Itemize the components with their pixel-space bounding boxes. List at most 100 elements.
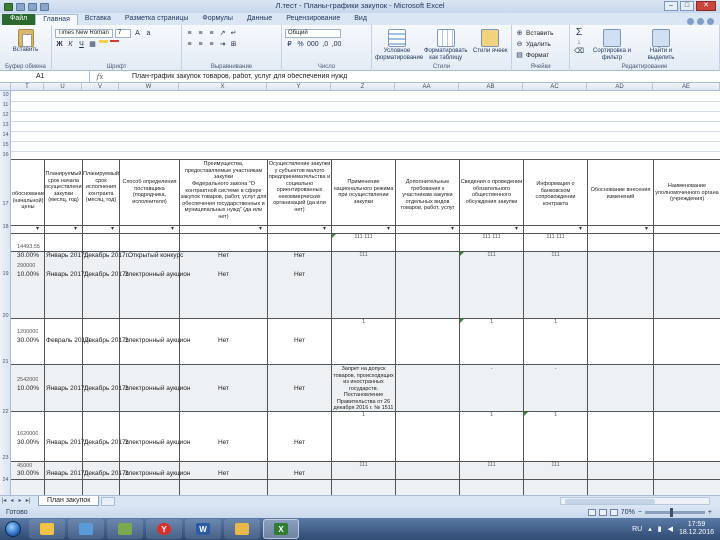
percent-icon[interactable]: %	[296, 40, 305, 49]
cell-national[interactable]: 111 111	[332, 234, 395, 240]
clock[interactable]: 17:59 18.12.2016	[679, 521, 714, 537]
cell-discussion[interactable]: 1	[460, 319, 523, 325]
taskbar-explorer[interactable]	[29, 519, 65, 539]
column-header[interactable]: T	[11, 83, 44, 91]
cell-national[interactable]: 1	[332, 319, 395, 325]
row-number[interactable]: 14	[0, 132, 11, 138]
worksheet-grid[interactable]: 10 11 12 13 14 15 16 17 18 19 20 21 22 2…	[0, 91, 720, 495]
cell-end-date[interactable]: Декабрь 2017г.	[84, 470, 129, 477]
cell-bank[interactable]: 1	[524, 412, 587, 418]
cell-percent[interactable]: 30.00%	[17, 337, 39, 344]
taskbar-app[interactable]	[107, 519, 143, 539]
cell-advantages[interactable]: Нет	[180, 470, 267, 477]
name-box[interactable]: A1	[0, 71, 90, 82]
align-center-icon[interactable]: ≡	[196, 40, 205, 49]
cell-percent[interactable]: 10.00%	[17, 271, 39, 278]
font-size-select[interactable]: 7	[115, 29, 131, 38]
cell-bank[interactable]: 111	[524, 462, 587, 468]
cell-amount[interactable]: 1620000	[17, 431, 38, 437]
zoom-in-icon[interactable]: +	[708, 509, 712, 516]
taskbar-word[interactable]: W	[185, 519, 221, 539]
merge-icon[interactable]: ⊞	[229, 40, 238, 49]
clear-icon[interactable]: ⌫	[573, 47, 585, 56]
row-number[interactable]: 24	[0, 477, 11, 483]
filter-dropdown-icon[interactable]: ▾	[171, 225, 174, 232]
taskbar-media[interactable]	[68, 519, 104, 539]
cell-small-business[interactable]: Нет	[268, 385, 331, 392]
row-number[interactable]: 19	[0, 271, 11, 277]
filter-dropdown-icon[interactable]: ▾	[259, 225, 262, 232]
filter-dropdown-icon[interactable]: ▾	[515, 225, 518, 232]
error-indicator-icon[interactable]	[524, 412, 528, 416]
filter-dropdown-icon[interactable]: ▾	[111, 225, 114, 232]
align-top-icon[interactable]: ≡	[185, 29, 194, 38]
tab-page-layout[interactable]: Разметка страницы	[118, 14, 196, 25]
prev-sheet-icon[interactable]: ◂	[8, 497, 16, 505]
taskbar-yandex[interactable]: Y	[146, 519, 182, 539]
error-indicator-icon[interactable]	[460, 252, 464, 256]
cell-start-date[interactable]: Январь 2017г.	[46, 439, 88, 446]
insert-function-icon[interactable]: fx	[90, 72, 110, 81]
format-as-table-icon[interactable]	[436, 29, 455, 47]
cell-start-date[interactable]: Январь 2017г.	[46, 252, 88, 259]
tray-arrow-icon[interactable]: ▴	[648, 525, 652, 533]
column-header[interactable]: X	[179, 83, 267, 91]
language-indicator[interactable]: RU	[632, 526, 642, 533]
cell-advantages[interactable]: Нет	[180, 337, 267, 344]
cell-small-business[interactable]: Нет	[268, 271, 331, 278]
cell-end-date[interactable]: Декабрь 2017г.	[84, 385, 129, 392]
cell-start-date[interactable]: Январь 2017г.	[46, 385, 88, 392]
cell-bank[interactable]: 111 111	[524, 234, 587, 240]
ribbon-minimize-icon[interactable]	[697, 18, 704, 25]
column-header[interactable]: U	[44, 83, 82, 91]
column-header[interactable]: Y	[267, 83, 331, 91]
cell-advantages[interactable]: Нет	[180, 439, 267, 446]
start-button[interactable]	[0, 518, 26, 540]
cell-start-date[interactable]: Январь 2017г.	[46, 271, 88, 278]
grow-font-icon[interactable]: A	[133, 29, 142, 38]
cell-national[interactable]: 111	[332, 252, 395, 258]
italic-icon[interactable]: К	[66, 40, 75, 49]
cell-percent[interactable]: 10.00%	[17, 385, 39, 392]
bold-icon[interactable]: Ж	[55, 40, 64, 49]
normal-view-icon[interactable]	[587, 508, 596, 516]
number-format-select[interactable]: Общий	[285, 29, 341, 38]
cell-bank[interactable]: -	[524, 366, 587, 372]
font-color-icon[interactable]	[110, 40, 119, 49]
cell-end-date[interactable]: Декабрь 2017г.	[84, 271, 129, 278]
cell-method[interactable]: Открытый конкурс	[128, 252, 183, 259]
row-number[interactable]: 10	[0, 92, 11, 98]
filter-dropdown-icon[interactable]: ▾	[323, 225, 326, 232]
cell-national-note[interactable]: Запрет на допуск товаров, происходящих и…	[332, 366, 395, 412]
filter-dropdown-icon[interactable]: ▾	[645, 225, 648, 232]
column-header[interactable]: Z	[331, 83, 395, 91]
tab-review[interactable]: Рецензирование	[279, 14, 347, 25]
sheet-tab[interactable]: План закупок	[38, 496, 100, 506]
delete-cells-icon[interactable]: ⊖	[515, 40, 524, 49]
align-left-icon[interactable]: ≡	[185, 40, 194, 49]
tab-home[interactable]: Главная	[35, 14, 78, 25]
increase-decimal-icon[interactable]: ,0	[321, 40, 330, 49]
network-icon[interactable]: ▮	[658, 525, 662, 533]
cell-percent[interactable]: 30.00%	[17, 439, 39, 446]
insert-sheet-icon[interactable]	[101, 496, 116, 506]
cell-percent[interactable]: 30.00%	[17, 470, 39, 477]
cell-amount[interactable]: 2542000	[17, 377, 38, 383]
fill-color-icon[interactable]	[99, 40, 108, 49]
cell-advantages[interactable]: Нет	[180, 252, 267, 259]
cell-amount[interactable]: 14493.55	[17, 244, 40, 250]
close-button[interactable]: ✕	[696, 1, 716, 11]
cell-national[interactable]: 111	[332, 462, 395, 468]
column-header[interactable]: AA	[395, 83, 459, 91]
tab-data[interactable]: Данные	[240, 14, 279, 25]
first-sheet-icon[interactable]: |◂	[0, 497, 8, 505]
horizontal-scrollbar[interactable]	[560, 497, 710, 505]
cell-small-business[interactable]: Нет	[268, 252, 331, 259]
column-header[interactable]: W	[119, 83, 179, 91]
page-break-view-icon[interactable]	[609, 508, 618, 516]
next-sheet-icon[interactable]: ▸	[16, 497, 24, 505]
formula-input[interactable]: План-график закупок товаров, работ, услу…	[110, 73, 347, 80]
error-indicator-icon[interactable]	[460, 319, 464, 323]
column-header[interactable]: AC	[523, 83, 587, 91]
cell-small-business[interactable]: Нет	[268, 439, 331, 446]
